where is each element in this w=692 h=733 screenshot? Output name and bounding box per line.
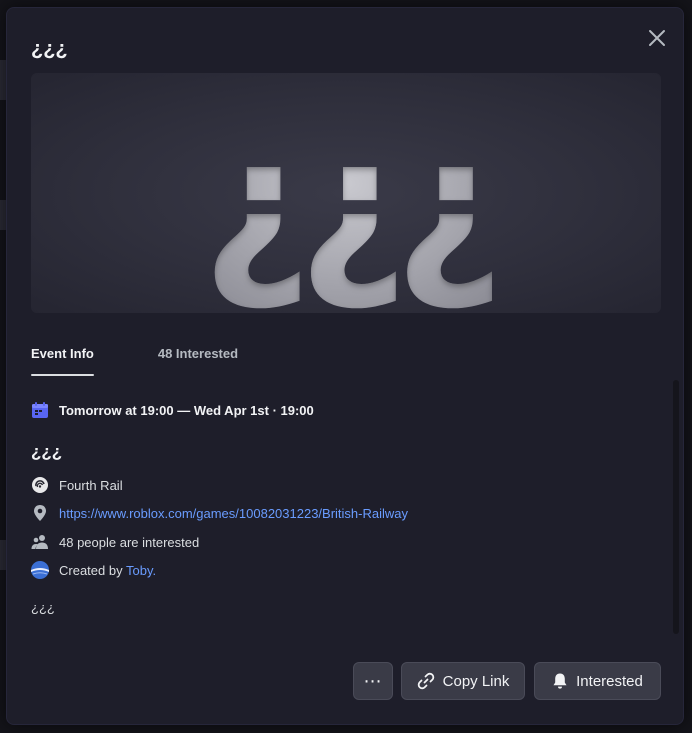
- server-icon: [31, 476, 49, 494]
- interested-row: 48 people are interested: [31, 532, 199, 552]
- bell-icon: [553, 673, 567, 689]
- cover-artwork: ¿¿¿: [202, 95, 506, 313]
- ellipsis-icon: ⋯: [363, 670, 383, 691]
- event-tabs: Event Info 48 Interested: [31, 346, 302, 376]
- tab-event-info[interactable]: Event Info: [31, 346, 94, 376]
- people-icon: [31, 533, 49, 551]
- tab-interested[interactable]: 48 Interested: [158, 346, 238, 376]
- created-by-label: Created by: [59, 562, 123, 578]
- interested-label: Interested: [576, 672, 643, 690]
- server-name: Fourth Rail: [59, 477, 123, 493]
- location-link[interactable]: https://www.roblox.com/games/10082031223…: [59, 506, 408, 521]
- event-cover-image: ¿¿¿: [31, 73, 661, 313]
- interested-count: 48 people are interested: [59, 534, 200, 550]
- copy-link-button[interactable]: Copy Link: [401, 662, 525, 700]
- close-icon: [649, 30, 665, 46]
- modal-title: ¿¿¿: [31, 38, 68, 60]
- more-options-button[interactable]: ⋯: [353, 662, 393, 700]
- creator-text: Created by Toby.: [59, 563, 156, 578]
- interested-button[interactable]: Interested: [534, 662, 661, 700]
- link-icon: [417, 672, 434, 690]
- cover-text: ¿¿¿: [202, 95, 492, 313]
- calendar-icon: [31, 401, 49, 419]
- event-description: ¿¿¿: [31, 600, 55, 615]
- creator-link[interactable]: Toby.: [126, 563, 156, 578]
- copy-link-label: Copy Link: [442, 672, 510, 690]
- creator-row: Created by Toby.: [31, 560, 156, 580]
- location-pin-icon: [31, 504, 49, 522]
- event-time: Tomorrow at 19:00 — Wed Apr 1st · 19:00: [59, 402, 314, 418]
- event-modal: ¿¿¿ ¿¿¿ Event Info 48 Interested Tomorro…: [6, 7, 684, 725]
- avatar[interactable]: [31, 561, 49, 579]
- close-button[interactable]: [643, 24, 671, 52]
- location-row: https://www.roblox.com/games/10082031223…: [31, 503, 408, 523]
- server-row[interactable]: Fourth Rail: [31, 475, 123, 495]
- event-time-row: Tomorrow at 19:00 — Wed Apr 1st · 19:00: [31, 400, 314, 420]
- event-name: ¿¿¿: [31, 442, 63, 461]
- scrollbar[interactable]: [673, 380, 679, 634]
